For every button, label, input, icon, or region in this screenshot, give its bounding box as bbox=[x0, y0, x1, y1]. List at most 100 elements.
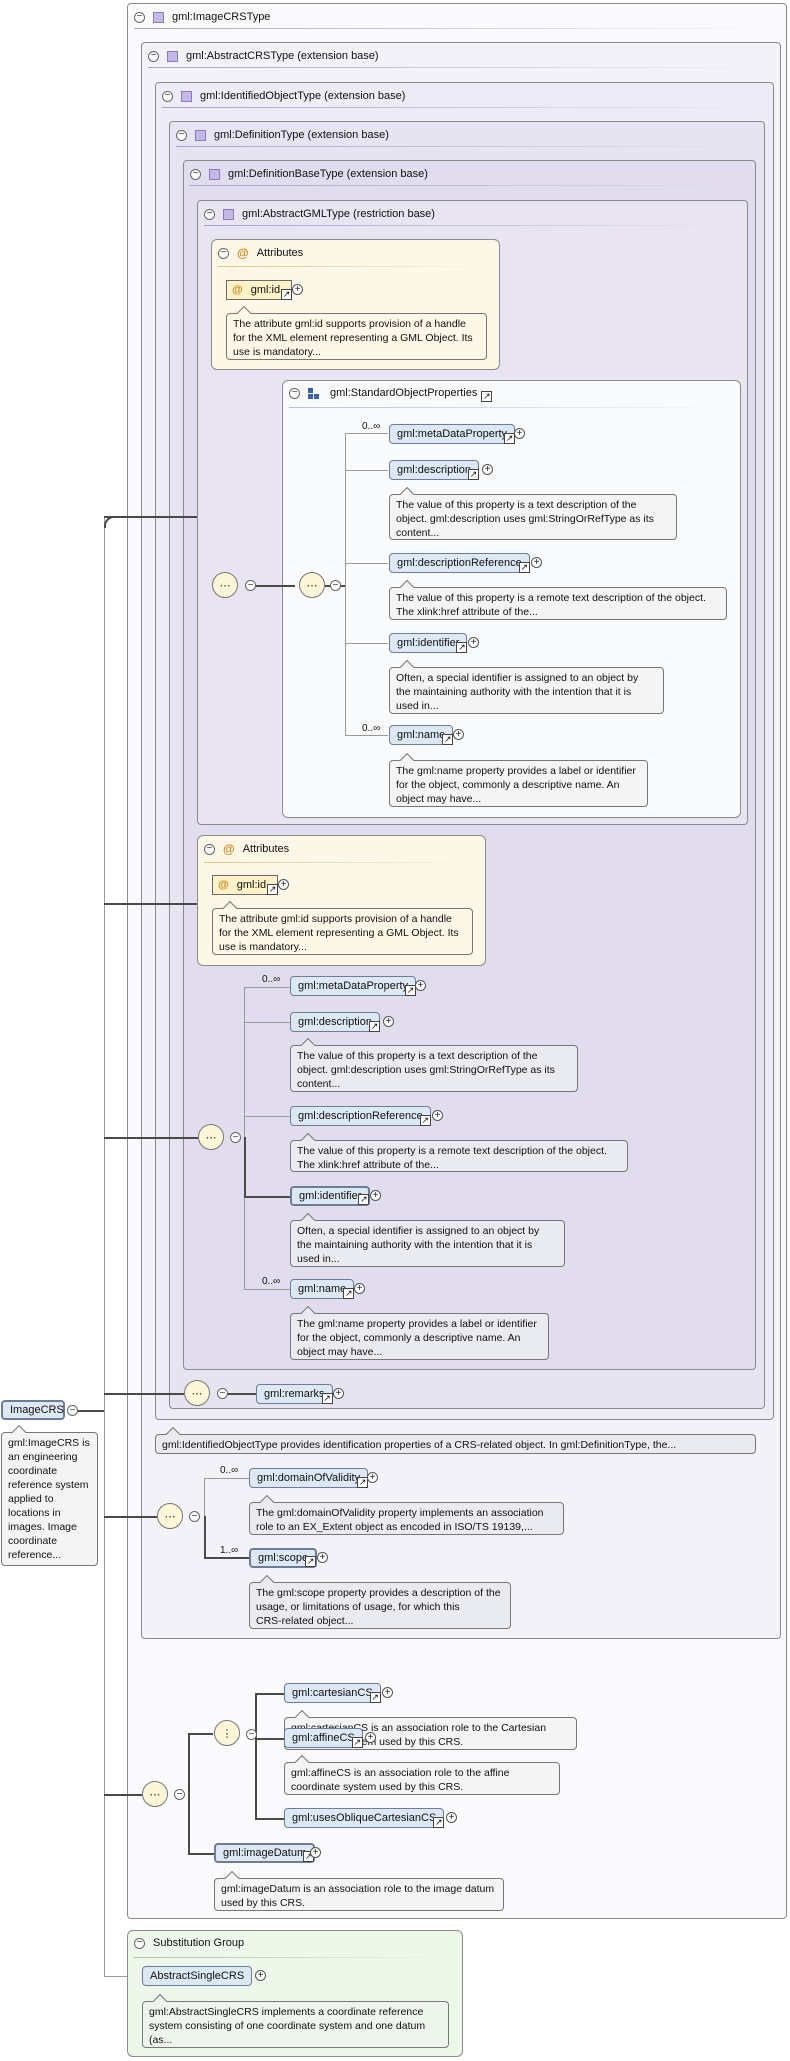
reference-arrow-icon[interactable]: ↗ bbox=[518, 562, 530, 573]
scope-documentation: The gml:scope property provides a descri… bbox=[249, 1582, 511, 1629]
collapse-toggle[interactable]: − bbox=[189, 1511, 200, 1522]
sequence-compositor-icon[interactable]: ⋯ bbox=[142, 1781, 168, 1807]
gml-id-documentation: The attribute gml:id supports provision … bbox=[212, 908, 473, 955]
expand-plus-icon[interactable]: + bbox=[278, 879, 289, 890]
collapse-toggle[interactable]: − bbox=[190, 168, 201, 180]
element-metadata-property[interactable]: gml:metaDataProperty ↗ bbox=[389, 424, 516, 444]
reference-arrow-icon[interactable]: ↗ bbox=[368, 1021, 380, 1032]
expand-plus-icon[interactable]: + bbox=[370, 1190, 381, 1201]
element-image-datum[interactable]: gml:imageDatum ↗ bbox=[214, 1843, 316, 1863]
image-datum-documentation: gml:imageDatum is an association role to… bbox=[214, 1878, 504, 1911]
element-uses-oblique-cartesian-cs[interactable]: gml:usesObliqueCartesianCS ↗ bbox=[284, 1808, 445, 1828]
occurrence-label: 0..∞ bbox=[262, 1276, 281, 1287]
collapse-toggle[interactable]: − bbox=[174, 1789, 185, 1800]
expand-plus-icon[interactable]: + bbox=[382, 1687, 393, 1698]
expand-plus-icon[interactable]: + bbox=[365, 1732, 376, 1743]
element-description[interactable]: gml:description ↗ bbox=[290, 1012, 380, 1032]
expand-plus-icon[interactable]: + bbox=[383, 1016, 394, 1027]
root-element-image-crs[interactable]: ImageCRS bbox=[1, 1400, 65, 1420]
element-name[interactable]: gml:name ↗ bbox=[290, 1279, 355, 1299]
reference-arrow-icon[interactable]: ↗ bbox=[267, 884, 278, 895]
collapse-toggle[interactable]: − bbox=[134, 11, 145, 23]
element-identifier[interactable]: gml:identifier ↗ bbox=[389, 633, 468, 653]
sequence-compositor-icon[interactable]: ⋯ bbox=[212, 572, 238, 598]
collapse-toggle[interactable]: − bbox=[204, 843, 215, 855]
attributes-label: Attributes bbox=[242, 843, 290, 855]
reference-arrow-icon[interactable]: ↗ bbox=[351, 1737, 363, 1748]
element-description[interactable]: gml:description ↗ bbox=[389, 460, 479, 480]
frame-title: gml:IdentifiedObjectType (extension base… bbox=[200, 90, 406, 102]
element-identifier[interactable]: gml:identifier ↗ bbox=[290, 1186, 371, 1206]
description-reference-documentation: The value of this property is a remote t… bbox=[389, 587, 727, 620]
collapse-toggle[interactable]: − bbox=[246, 1729, 257, 1740]
expand-plus-icon[interactable]: + bbox=[415, 980, 426, 991]
collapse-toggle[interactable]: − bbox=[134, 1937, 145, 1949]
collapse-toggle[interactable]: − bbox=[218, 247, 229, 259]
abstract-single-crs-documentation: gml:AbstractSingleCRS implements a coord… bbox=[142, 2001, 449, 2048]
attribute-gml-id[interactable]: @ gml:id ↗ bbox=[212, 875, 278, 895]
expand-plus-icon[interactable]: + bbox=[446, 1812, 457, 1823]
element-cartesian-cs[interactable]: gml:cartesianCS ↗ bbox=[284, 1683, 381, 1703]
expand-plus-icon[interactable]: + bbox=[317, 1552, 328, 1563]
collapse-toggle[interactable]: − bbox=[245, 580, 256, 591]
reference-arrow-icon[interactable]: ↗ bbox=[369, 1692, 381, 1703]
reference-arrow-icon[interactable]: ↗ bbox=[321, 1393, 333, 1404]
expand-plus-icon[interactable]: + bbox=[255, 1970, 266, 1981]
collapse-toggle[interactable]: − bbox=[67, 1405, 78, 1416]
reference-arrow-icon[interactable]: ↗ bbox=[343, 1288, 355, 1299]
expand-plus-icon[interactable]: + bbox=[432, 1110, 443, 1121]
expand-plus-icon[interactable]: + bbox=[468, 637, 479, 648]
reference-arrow-icon[interactable]: ↗ bbox=[281, 289, 292, 300]
complex-type-icon bbox=[195, 129, 206, 141]
complex-type-icon bbox=[153, 11, 164, 23]
identifier-documentation: Often, a special identifier is assigned … bbox=[389, 667, 664, 714]
name-documentation: The gml:name property provides a label o… bbox=[290, 1313, 549, 1360]
element-description-reference[interactable]: gml:descriptionReference ↗ bbox=[389, 553, 530, 573]
collapse-toggle[interactable]: − bbox=[204, 208, 215, 220]
reference-arrow-icon[interactable]: ↗ bbox=[419, 1115, 431, 1126]
choice-compositor-icon[interactable]: ⋮ bbox=[214, 1720, 240, 1746]
reference-arrow-icon[interactable]: ↗ bbox=[467, 469, 479, 480]
attribute-gml-id[interactable]: @ gml:id ↗ bbox=[226, 280, 292, 300]
element-domain-of-validity[interactable]: gml:domainOfValidity ↗ bbox=[249, 1468, 369, 1488]
element-remarks[interactable]: gml:remarks ↗ bbox=[256, 1384, 333, 1404]
collapse-toggle[interactable]: − bbox=[330, 580, 341, 591]
expand-plus-icon[interactable]: + bbox=[531, 557, 542, 568]
reference-arrow-icon[interactable]: ↗ bbox=[305, 1556, 317, 1567]
element-metadata-property[interactable]: gml:metaDataProperty ↗ bbox=[290, 976, 417, 996]
complex-type-icon bbox=[181, 90, 192, 102]
attribute-icon: @ bbox=[218, 879, 229, 891]
sequence-compositor-icon[interactable]: ⋯ bbox=[157, 1503, 183, 1529]
collapse-toggle[interactable]: − bbox=[176, 129, 187, 141]
expand-plus-icon[interactable]: + bbox=[292, 284, 303, 295]
expand-plus-icon[interactable]: + bbox=[367, 1472, 378, 1483]
collapse-toggle[interactable]: − bbox=[217, 1388, 228, 1399]
sequence-compositor-icon[interactable]: ⋯ bbox=[184, 1380, 210, 1406]
collapse-toggle[interactable]: − bbox=[289, 387, 300, 399]
expand-plus-icon[interactable]: + bbox=[333, 1388, 344, 1399]
reference-arrow-icon[interactable]: ↗ bbox=[433, 1817, 445, 1828]
expand-plus-icon[interactable]: + bbox=[482, 464, 493, 475]
collapse-toggle[interactable]: − bbox=[230, 1132, 241, 1143]
element-affine-cs[interactable]: gml:affineCS ↗ bbox=[284, 1728, 363, 1748]
expand-plus-icon[interactable]: + bbox=[354, 1283, 365, 1294]
element-name[interactable]: gml:name ↗ bbox=[389, 725, 454, 745]
reference-arrow-icon[interactable]: ↗ bbox=[481, 390, 493, 402]
collapse-toggle[interactable]: − bbox=[148, 50, 159, 62]
expand-plus-icon[interactable]: + bbox=[514, 428, 525, 439]
reference-arrow-icon[interactable]: ↗ bbox=[456, 642, 468, 653]
reference-arrow-icon[interactable]: ↗ bbox=[442, 734, 454, 745]
sequence-compositor-icon[interactable]: ⋯ bbox=[198, 1124, 224, 1150]
frame-title: gml:DefinitionBaseType (extension base) bbox=[228, 168, 428, 180]
description-reference-documentation: The value of this property is a remote t… bbox=[290, 1140, 628, 1172]
sequence-compositor-icon[interactable]: ⋯ bbox=[299, 572, 325, 598]
expand-plus-icon[interactable]: + bbox=[453, 729, 464, 740]
name-documentation: The gml:name property provides a label o… bbox=[389, 760, 648, 807]
expand-plus-icon[interactable]: + bbox=[310, 1847, 321, 1858]
attribute-icon: @ bbox=[237, 246, 249, 260]
element-scope[interactable]: gml:scope ↗ bbox=[249, 1548, 318, 1568]
collapse-toggle[interactable]: − bbox=[162, 90, 173, 102]
reference-arrow-icon[interactable]: ↗ bbox=[358, 1194, 370, 1205]
element-description-reference[interactable]: gml:descriptionReference ↗ bbox=[290, 1106, 431, 1126]
element-abstract-single-crs[interactable]: AbstractSingleCRS bbox=[142, 1966, 253, 1986]
